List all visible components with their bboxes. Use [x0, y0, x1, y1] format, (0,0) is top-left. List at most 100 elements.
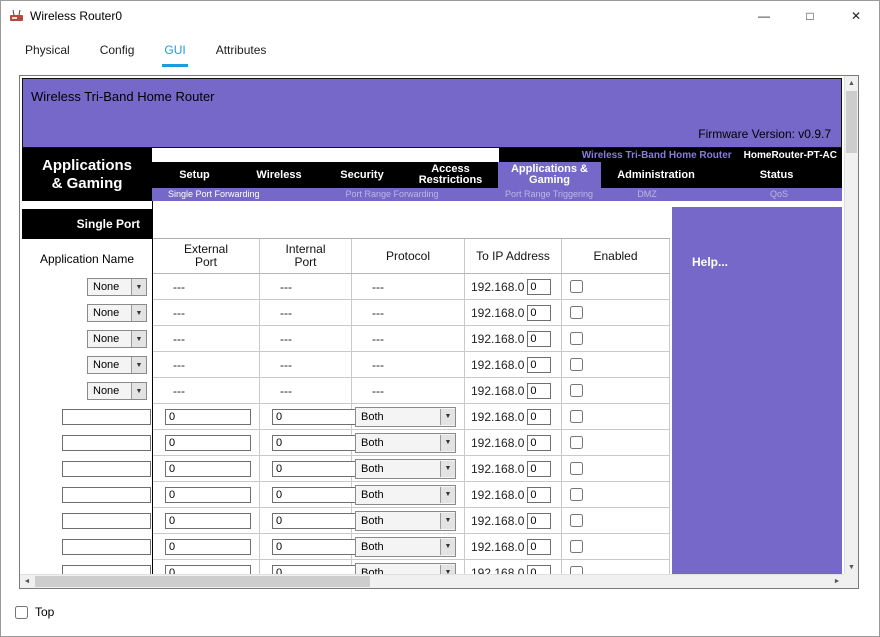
external-port-input[interactable]	[165, 565, 251, 575]
external-port-input[interactable]	[165, 435, 251, 451]
ip-last-octet-input[interactable]	[527, 435, 551, 451]
application-input-row	[22, 482, 152, 508]
ip-last-octet-input[interactable]	[527, 461, 551, 477]
ip-last-octet-input[interactable]	[527, 487, 551, 503]
protocol-cell: Both ▼	[352, 404, 465, 429]
internal-port-input[interactable]	[272, 565, 358, 575]
application-name-input[interactable]	[62, 565, 151, 574]
horizontal-scrollbar[interactable]: ◄ ►	[20, 574, 844, 588]
chevron-down-icon: ▼	[440, 565, 455, 575]
ip-last-octet-input[interactable]	[527, 357, 551, 373]
application-name-input[interactable]	[62, 435, 151, 451]
maximize-button[interactable]: □	[787, 1, 833, 31]
internal-port-input[interactable]	[272, 513, 358, 529]
application-name-input[interactable]	[62, 409, 151, 425]
protocol-select[interactable]: Both ▼	[355, 459, 456, 479]
enabled-checkbox[interactable]	[570, 436, 583, 449]
submenu-single-port-forwarding[interactable]: Single Port Forwarding	[168, 188, 260, 201]
ip-prefix: 192.168.0	[465, 332, 524, 346]
scroll-left-icon[interactable]: ◄	[20, 575, 34, 588]
application-select[interactable]: None ▼	[87, 304, 147, 322]
enabled-checkbox[interactable]	[570, 384, 583, 397]
application-input-row	[22, 404, 152, 430]
application-name-input[interactable]	[62, 513, 151, 529]
internal-port-input[interactable]	[272, 539, 358, 555]
protocol-select[interactable]: Both ▼	[355, 433, 456, 453]
scrollbar-corner	[844, 574, 858, 588]
horizontal-scrollbar-thumb[interactable]	[35, 576, 370, 587]
menu-setup[interactable]: Setup	[152, 162, 237, 188]
application-name-input[interactable]	[62, 539, 151, 555]
ip-last-octet-input[interactable]	[527, 279, 551, 295]
vertical-scrollbar-thumb[interactable]	[846, 91, 857, 153]
protocol-select[interactable]: Both ▼	[355, 407, 456, 427]
submenu-qos[interactable]: QoS	[770, 188, 788, 201]
scroll-up-icon[interactable]: ▲	[845, 76, 858, 90]
close-button[interactable]: ✕	[833, 1, 879, 31]
ip-last-octet-input[interactable]	[527, 539, 551, 555]
menu-administration[interactable]: Administration	[601, 162, 711, 188]
scroll-down-icon[interactable]: ▼	[845, 560, 858, 574]
enabled-checkbox[interactable]	[570, 566, 583, 574]
external-port-input[interactable]	[165, 487, 251, 503]
submenu-port-range-triggering[interactable]: Port Range Triggering	[505, 188, 593, 201]
application-select[interactable]: None ▼	[87, 356, 147, 374]
external-port-input[interactable]	[165, 461, 251, 477]
protocol-select[interactable]: Both ▼	[355, 485, 456, 505]
tab-physical[interactable]: Physical	[23, 41, 72, 67]
ip-last-octet-input[interactable]	[527, 513, 551, 529]
enabled-checkbox[interactable]	[570, 332, 583, 345]
enabled-checkbox[interactable]	[570, 306, 583, 319]
vertical-scrollbar[interactable]: ▲ ▼	[844, 76, 858, 574]
application-name-input[interactable]	[62, 461, 151, 477]
menu-security[interactable]: Security	[321, 162, 403, 188]
internal-port-input[interactable]	[272, 409, 358, 425]
enabled-checkbox[interactable]	[570, 280, 583, 293]
tab-config[interactable]: Config	[98, 41, 137, 67]
application-name-input[interactable]	[62, 487, 151, 503]
tab-gui[interactable]: GUI	[162, 41, 187, 67]
application-select[interactable]: None ▼	[87, 278, 147, 296]
ip-prefix: 192.168.0	[465, 280, 524, 294]
menu-access-restrictions[interactable]: Access Restrictions	[403, 162, 498, 188]
protocol-select[interactable]: Both ▼	[355, 537, 456, 557]
enabled-checkbox[interactable]	[570, 358, 583, 371]
external-port-input[interactable]	[165, 539, 251, 555]
top-checkbox[interactable]	[15, 606, 28, 619]
ip-prefix: 192.168.0	[465, 436, 524, 450]
internal-port-input[interactable]	[272, 487, 358, 503]
tab-attributes[interactable]: Attributes	[214, 41, 269, 67]
enabled-checkbox[interactable]	[570, 540, 583, 553]
ip-last-octet-input[interactable]	[527, 565, 551, 575]
ip-last-octet-input[interactable]	[527, 409, 551, 425]
enabled-checkbox[interactable]	[570, 410, 583, 423]
external-port-input[interactable]	[165, 409, 251, 425]
external-port-input[interactable]	[165, 513, 251, 529]
protocol-select[interactable]: Both ▼	[355, 563, 456, 575]
application-select[interactable]: None ▼	[87, 330, 147, 348]
ip-last-octet-input[interactable]	[527, 383, 551, 399]
application-select[interactable]: None ▼	[87, 382, 147, 400]
enabled-checkbox[interactable]	[570, 488, 583, 501]
enabled-checkbox[interactable]	[570, 514, 583, 527]
internal-port-input[interactable]	[272, 435, 358, 451]
menu-status[interactable]: Status	[711, 162, 842, 188]
chevron-down-icon: ▼	[131, 305, 146, 321]
ip-last-octet-input[interactable]	[527, 331, 551, 347]
menu-wireless[interactable]: Wireless	[237, 162, 321, 188]
menu-applications-gaming[interactable]: Applications & Gaming	[498, 162, 601, 188]
help-link[interactable]: Help...	[692, 255, 728, 269]
minimize-button[interactable]: —	[741, 1, 787, 31]
enabled-checkbox[interactable]	[570, 462, 583, 475]
internal-port-cell	[260, 508, 352, 533]
internal-port-cell: ---	[260, 352, 352, 377]
internal-port-input[interactable]	[272, 461, 358, 477]
ip-last-octet-input[interactable]	[527, 305, 551, 321]
scroll-right-icon[interactable]: ►	[830, 575, 844, 588]
enabled-cell	[562, 352, 670, 377]
external-port-cell	[153, 482, 260, 507]
protocol-select[interactable]: Both ▼	[355, 511, 456, 531]
protocol-cell: Both ▼	[352, 560, 465, 574]
submenu-dmz[interactable]: DMZ	[637, 188, 657, 201]
submenu-port-range-forwarding[interactable]: Port Range Forwarding	[345, 188, 438, 201]
